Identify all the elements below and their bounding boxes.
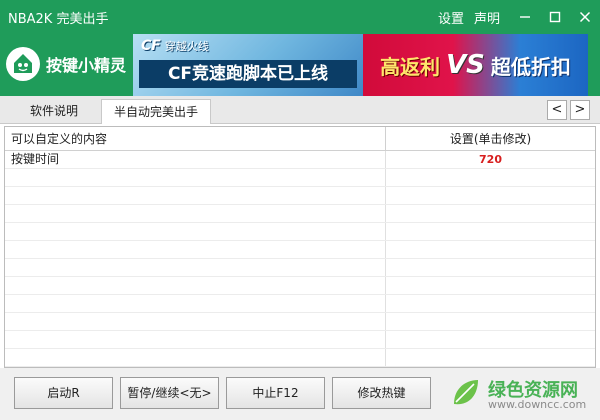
- key-time-value[interactable]: 720: [479, 153, 502, 166]
- minimize-icon: [520, 16, 530, 18]
- table-row-empty: [5, 223, 595, 241]
- maximize-button[interactable]: [540, 0, 570, 34]
- banner-cf: CF 穿越火线 CF竞速跑脚本已上线: [133, 34, 363, 96]
- tab-next-button[interactable]: >: [570, 100, 590, 120]
- banner-game-logo: CF 穿越火线: [141, 38, 209, 54]
- table-row-empty: [5, 187, 595, 205]
- app-header: 按键小精灵 CF 穿越火线 CF竞速跑脚本已上线 高返利 VS 超低折扣: [0, 34, 600, 96]
- column-header-content: 可以自定义的内容: [5, 127, 386, 151]
- tab-software-description[interactable]: 软件说明: [18, 99, 90, 124]
- table-row-empty: [5, 169, 595, 187]
- watermark-url: www.downcc.com: [488, 398, 587, 411]
- table-row[interactable]: 按键时间 720: [5, 151, 595, 169]
- tab-bar: 软件说明 半自动完美出手 < >: [0, 96, 600, 124]
- banner-vs: VS: [446, 50, 485, 80]
- title-bar-controls: 设置 声明: [438, 0, 600, 34]
- table-row-empty: [5, 295, 595, 313]
- table-row-empty: [5, 277, 595, 295]
- table-row-empty: [5, 349, 595, 367]
- table-row-empty: [5, 241, 595, 259]
- leaf-logo-icon: [454, 380, 478, 405]
- settings-table: 可以自定义的内容 设置(单击修改) 按键时间 720: [4, 126, 596, 368]
- table-header: 可以自定义的内容 设置(单击修改): [5, 127, 595, 151]
- banner-promo-left: 高返利: [380, 54, 441, 79]
- table-row-empty: [5, 259, 595, 277]
- table-row-empty: [5, 313, 595, 331]
- edit-hotkey-button[interactable]: 修改热键: [332, 377, 431, 409]
- table-row-empty: [5, 205, 595, 223]
- close-icon: [579, 11, 591, 23]
- column-header-settings: 设置(单击修改): [449, 132, 532, 146]
- banner-headline: CF竞速跑脚本已上线: [139, 60, 357, 88]
- pause-resume-button[interactable]: 暂停/继续<无>: [120, 377, 219, 409]
- title-bar: NBA2K 完美出手 设置 声明: [0, 0, 600, 34]
- tab-prev-button[interactable]: <: [547, 100, 567, 120]
- window-title: NBA2K 完美出手: [8, 11, 109, 27]
- brand-logo: 按键小精灵: [6, 47, 126, 81]
- sprite-logo-icon: [6, 47, 40, 81]
- brand-name: 按键小精灵: [46, 56, 127, 75]
- ad-banner[interactable]: CF 穿越火线 CF竞速跑脚本已上线 高返利 VS 超低折扣: [133, 34, 588, 96]
- banner-promo-right: 超低折扣: [490, 54, 571, 79]
- start-button[interactable]: 启动R: [14, 377, 113, 409]
- table-row-empty: [5, 331, 595, 349]
- footer-bar: 启动R 暂停/继续<无> 中止F12 修改热键 绿色资源网 www.downcc…: [0, 368, 600, 420]
- minimize-button[interactable]: [510, 0, 540, 34]
- maximize-icon: [549, 11, 561, 23]
- settings-link[interactable]: 设置: [438, 8, 464, 27]
- statement-link[interactable]: 声明: [474, 8, 500, 27]
- close-button[interactable]: [570, 0, 600, 34]
- tab-semi-auto-shot[interactable]: 半自动完美出手: [101, 99, 212, 124]
- watermark: 绿色资源网 www.downcc.com: [448, 374, 598, 414]
- row-name: 按键时间: [5, 151, 386, 168]
- row-value[interactable]: 720: [386, 151, 595, 168]
- banner-promo: 高返利 VS 超低折扣: [363, 34, 588, 96]
- stop-button[interactable]: 中止F12: [226, 377, 325, 409]
